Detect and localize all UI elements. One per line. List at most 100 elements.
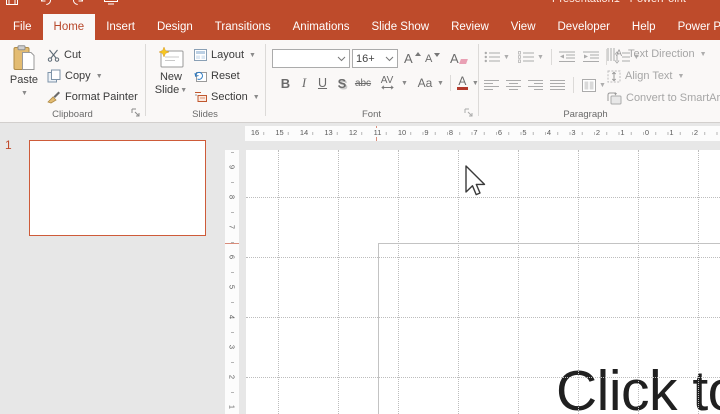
ruler-number: 7 <box>472 128 479 137</box>
text-direction-button[interactable]: A Text Direction ▼ <box>607 45 707 63</box>
ruler-number: 15 <box>274 128 285 137</box>
chevron-down-icon[interactable] <box>385 56 394 62</box>
numbering-button[interactable] <box>518 51 534 63</box>
tab-file[interactable]: File <box>2 14 43 40</box>
tab-slide-show[interactable]: Slide Show <box>361 14 441 40</box>
ruler-number: 8 <box>227 194 237 200</box>
bullets-button[interactable] <box>484 51 500 63</box>
paste-button[interactable]: Paste ▼ <box>6 44 42 104</box>
ribbon: Paste ▼ Cut Copy ▼ Format Painter Clipbo… <box>0 40 720 123</box>
copy-icon <box>47 69 61 83</box>
strikethrough-button[interactable]: abc <box>352 78 374 89</box>
text-shadow-button[interactable]: S <box>332 76 352 91</box>
tab-help[interactable]: Help <box>621 14 667 40</box>
start-from-beginning-icon[interactable] <box>104 0 118 5</box>
group-divider <box>265 44 266 116</box>
grow-font-button[interactable]: A <box>404 49 421 67</box>
ruler-number: 4 <box>227 314 237 320</box>
new-slide-label-2-wrap: Slide ▼ <box>155 84 187 97</box>
copy-label: Copy <box>65 70 91 82</box>
convert-to-smartart-label: Convert to SmartArt <box>626 92 720 104</box>
chevron-down-icon[interactable] <box>337 56 346 62</box>
slides-group-label: Slides <box>192 109 218 120</box>
italic-button[interactable]: I <box>295 75 313 91</box>
ruler-number: 16 <box>249 128 261 137</box>
tab-power-pack[interactable]: Power Pack <box>667 14 720 40</box>
character-spacing-button[interactable]: AV <box>374 76 400 90</box>
chevron-down-icon: ▼ <box>436 79 444 87</box>
tab-developer[interactable]: Developer <box>547 14 621 40</box>
ruler-number: 0 <box>643 128 651 137</box>
font-group-label: Font <box>361 109 381 120</box>
clipboard-dialog-launcher[interactable] <box>131 108 142 119</box>
cut-button[interactable]: Cut <box>47 46 81 64</box>
font-color-button[interactable]: A <box>456 75 468 90</box>
mouse-cursor <box>464 165 488 199</box>
cut-icon <box>47 49 60 62</box>
font-dialog-launcher[interactable] <box>464 108 475 119</box>
ruler-number: 3 <box>227 344 237 350</box>
tab-review[interactable]: Review <box>440 14 500 40</box>
chevron-down-icon: ▼ <box>599 81 606 89</box>
shrink-font-button[interactable]: A <box>425 50 441 68</box>
ruler-number: 1 <box>668 128 675 137</box>
layout-icon <box>194 49 207 61</box>
save-icon[interactable] <box>6 0 18 5</box>
underline-button[interactable]: U <box>313 76 332 90</box>
chevron-down-icon: ▼ <box>503 53 510 61</box>
align-left-button[interactable] <box>484 79 499 91</box>
grid-line <box>246 317 720 318</box>
clear-formatting-button[interactable]: A <box>450 49 468 67</box>
increase-indent-button[interactable] <box>582 51 599 63</box>
ruler-number: 5 <box>227 284 237 290</box>
format-painter-button[interactable]: Format Painter <box>47 88 138 106</box>
align-right-button[interactable] <box>528 79 543 91</box>
bold-button[interactable]: B <box>276 76 295 91</box>
text-direction-icon: A <box>607 47 624 61</box>
paragraph-row-2: ▼ <box>484 76 606 94</box>
tab-home[interactable]: Home <box>42 14 96 40</box>
ruler-number: 12 <box>347 128 359 137</box>
horizontal-ruler: 16 15 14 13 12 11 10 9 8 7 6 5 4 3 2 1 0 1 2 <box>245 126 720 141</box>
new-slide-button[interactable]: New Slide ▼ <box>150 44 192 104</box>
ruler-number: 2 <box>692 128 700 137</box>
font-size-combobox[interactable]: 16+ <box>352 49 398 68</box>
ruler-number: 2 <box>227 374 237 380</box>
align-text-button[interactable]: Align Text ▼ <box>607 67 684 85</box>
decrease-indent-button[interactable] <box>558 51 575 63</box>
tab-design[interactable]: Design <box>146 14 204 40</box>
columns-button[interactable] <box>582 78 596 92</box>
tab-insert[interactable]: Insert <box>95 14 146 40</box>
ruler-number: 6 <box>496 128 504 137</box>
layout-button[interactable]: Layout ▼ <box>194 46 256 64</box>
grid-line <box>698 150 699 414</box>
ruler-number: 9 <box>423 128 430 137</box>
redo-icon[interactable] <box>72 0 84 5</box>
chevron-down-icon: ▼ <box>95 72 103 80</box>
layout-label: Layout <box>211 49 245 61</box>
copy-button[interactable]: Copy ▼ <box>47 67 103 85</box>
section-button[interactable]: Section ▼ <box>194 88 260 106</box>
convert-to-smartart-icon <box>607 92 622 105</box>
ruler-number: 8 <box>447 128 455 137</box>
reset-button[interactable]: Reset <box>194 67 240 85</box>
tab-animations[interactable]: Animations <box>282 14 361 40</box>
slide-thumbnail[interactable] <box>29 140 206 236</box>
ruler-number: 10 <box>396 128 408 137</box>
justify-button[interactable] <box>550 79 565 91</box>
tab-transitions[interactable]: Transitions <box>204 14 282 40</box>
convert-to-smartart-button[interactable]: Convert to SmartArt <box>607 89 720 107</box>
font-toggle-row: B I U S abc AV ▼ Aa ▼ A ▼ <box>276 74 479 92</box>
powerpoint-window: { "window": { "title": "Presentation1 - … <box>0 0 720 414</box>
paste-label: Paste <box>9 74 39 86</box>
font-name-combobox[interactable] <box>272 49 350 68</box>
slide-number: 1 <box>5 138 12 152</box>
ruler-number: 7 <box>227 224 237 230</box>
grid-line <box>246 377 720 378</box>
tab-view[interactable]: View <box>500 14 547 40</box>
chevron-down-icon: ▼ <box>699 50 707 58</box>
undo-icon[interactable] <box>40 0 52 5</box>
align-center-button[interactable] <box>506 79 521 91</box>
reset-icon <box>194 70 207 82</box>
change-case-button[interactable]: Aa <box>414 76 436 90</box>
